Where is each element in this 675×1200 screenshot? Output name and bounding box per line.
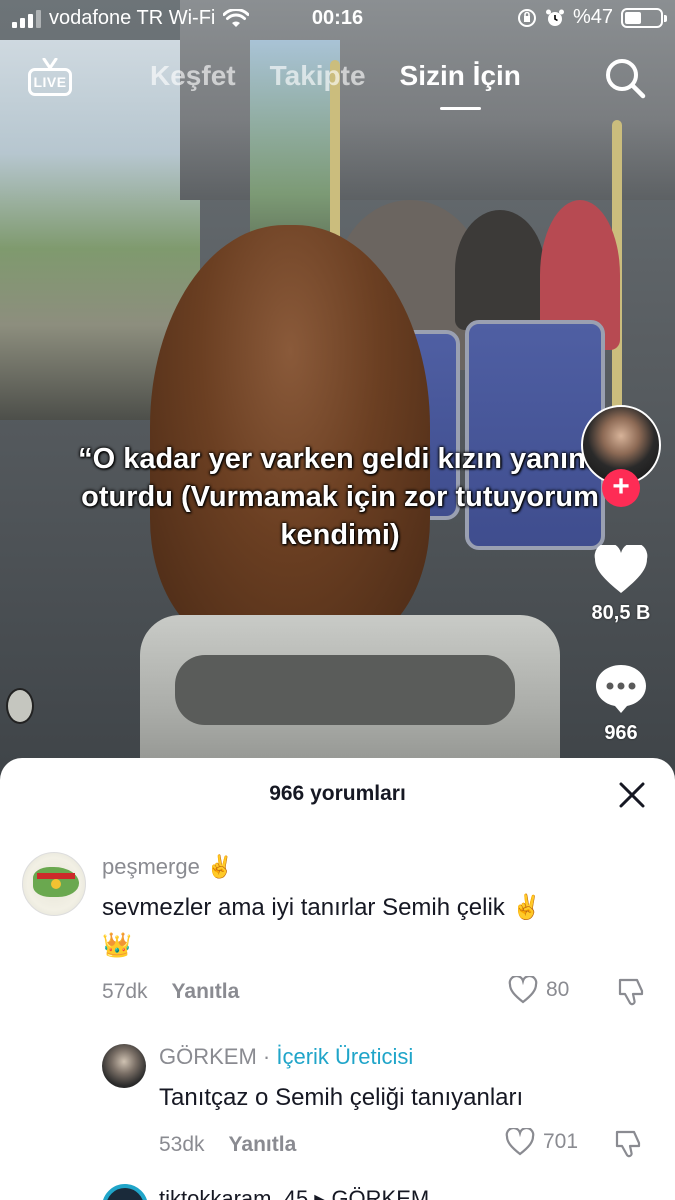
commenter-avatar[interactable] (22, 852, 86, 916)
dislike-icon[interactable] (612, 1128, 644, 1160)
comment-time: 57dk (102, 980, 148, 1003)
tab-takipte[interactable]: Takipte (270, 60, 366, 92)
feed-tabs: Keşfet Takipte Sizin İçin (150, 60, 521, 110)
video-caption: “O kadar yer varken geldi kızın yanına o… (78, 443, 602, 551)
comment-username[interactable]: tiktokkaram_45 ▸ GÖRKEM (159, 1186, 429, 1200)
commenter-avatar[interactable] (102, 1044, 146, 1088)
comment-text-emoji: 👑 (102, 932, 132, 959)
live-button[interactable]: LIVE (28, 58, 72, 98)
comment-like-button[interactable]: 80 (508, 976, 569, 1004)
comments-sheet: 966 yorumları peşmerge ✌️ sevmezler ama … (0, 758, 675, 1200)
dislike-icon[interactable] (615, 976, 647, 1008)
comment-like-count: 80 (546, 978, 570, 1001)
alarm-icon (545, 9, 564, 26)
comment-reply-item: tiktokkaram_45 ▸ GÖRKEM (0, 1180, 675, 1200)
like-count: 80,5 B (591, 602, 651, 624)
comment-username[interactable]: GÖRKEM · İçerik Üreticisi (159, 1044, 413, 1070)
seat-handle-gap (175, 655, 515, 725)
search-icon[interactable] (603, 56, 647, 100)
passenger (455, 210, 545, 330)
reply-button[interactable]: Yanıtla (172, 980, 240, 1003)
live-label: LIVE (28, 68, 72, 96)
comment-bubble-icon (596, 665, 646, 713)
creator-avatar-wrap: + (581, 405, 661, 507)
comment-reply-item: GÖRKEM · İçerik Üreticisi Tanıtçaz o Sem… (0, 1028, 675, 1178)
comment-text: sevmezler ama iyi tanırlar Semih çelik ✌… (102, 894, 542, 921)
battery-level (625, 11, 641, 24)
orientation-lock-icon (517, 8, 536, 27)
comment-count: 966 (604, 722, 638, 744)
comment-like-count: 701 (543, 1130, 579, 1153)
comment-username[interactable]: peşmerge ✌️ (102, 854, 233, 880)
comment-button[interactable]: 966 (581, 663, 661, 745)
creator-badge: İçerik Üreticisi (276, 1044, 414, 1069)
comment-time: 53dk (159, 1133, 205, 1156)
commenter-avatar[interactable] (102, 1184, 148, 1200)
comment-meta: 53dk Yanıtla (159, 1133, 296, 1157)
status-right: %47 (517, 6, 667, 29)
tab-sizin-icin[interactable]: Sizin İçin (400, 60, 521, 110)
battery-icon (621, 7, 667, 28)
reply-button[interactable]: Yanıtla (229, 1133, 297, 1156)
comment-meta: 57dk Yanıtla (102, 980, 239, 1004)
watermark-icon (6, 688, 34, 724)
comment-item: peşmerge ✌️ sevmezler ama iyi tanırlar S… (0, 758, 675, 1018)
battery-percent: %47 (572, 6, 613, 28)
comment-text: Tanıtçaz o Semih çeliği tanıyanları (159, 1084, 524, 1111)
heart-outline-icon (508, 976, 538, 1004)
separator: · (256, 1044, 277, 1069)
flag-sun (51, 879, 61, 889)
tab-kesfet[interactable]: Keşfet (150, 60, 236, 92)
comment-like-button[interactable]: 701 (505, 1128, 578, 1156)
follow-button[interactable]: + (602, 469, 640, 507)
heart-icon (594, 542, 648, 593)
video-player[interactable] (0, 0, 675, 780)
heart-outline-icon (505, 1128, 535, 1156)
girl-hair (150, 225, 430, 645)
creator-username: GÖRKEM (159, 1044, 257, 1069)
top-navigation: LIVE Keşfet Takipte Sizin İçin (0, 50, 675, 110)
like-button[interactable]: 80,5 B (581, 542, 661, 625)
status-bar: vodafone TR Wi-Fi 00:16 %47 (0, 0, 675, 38)
